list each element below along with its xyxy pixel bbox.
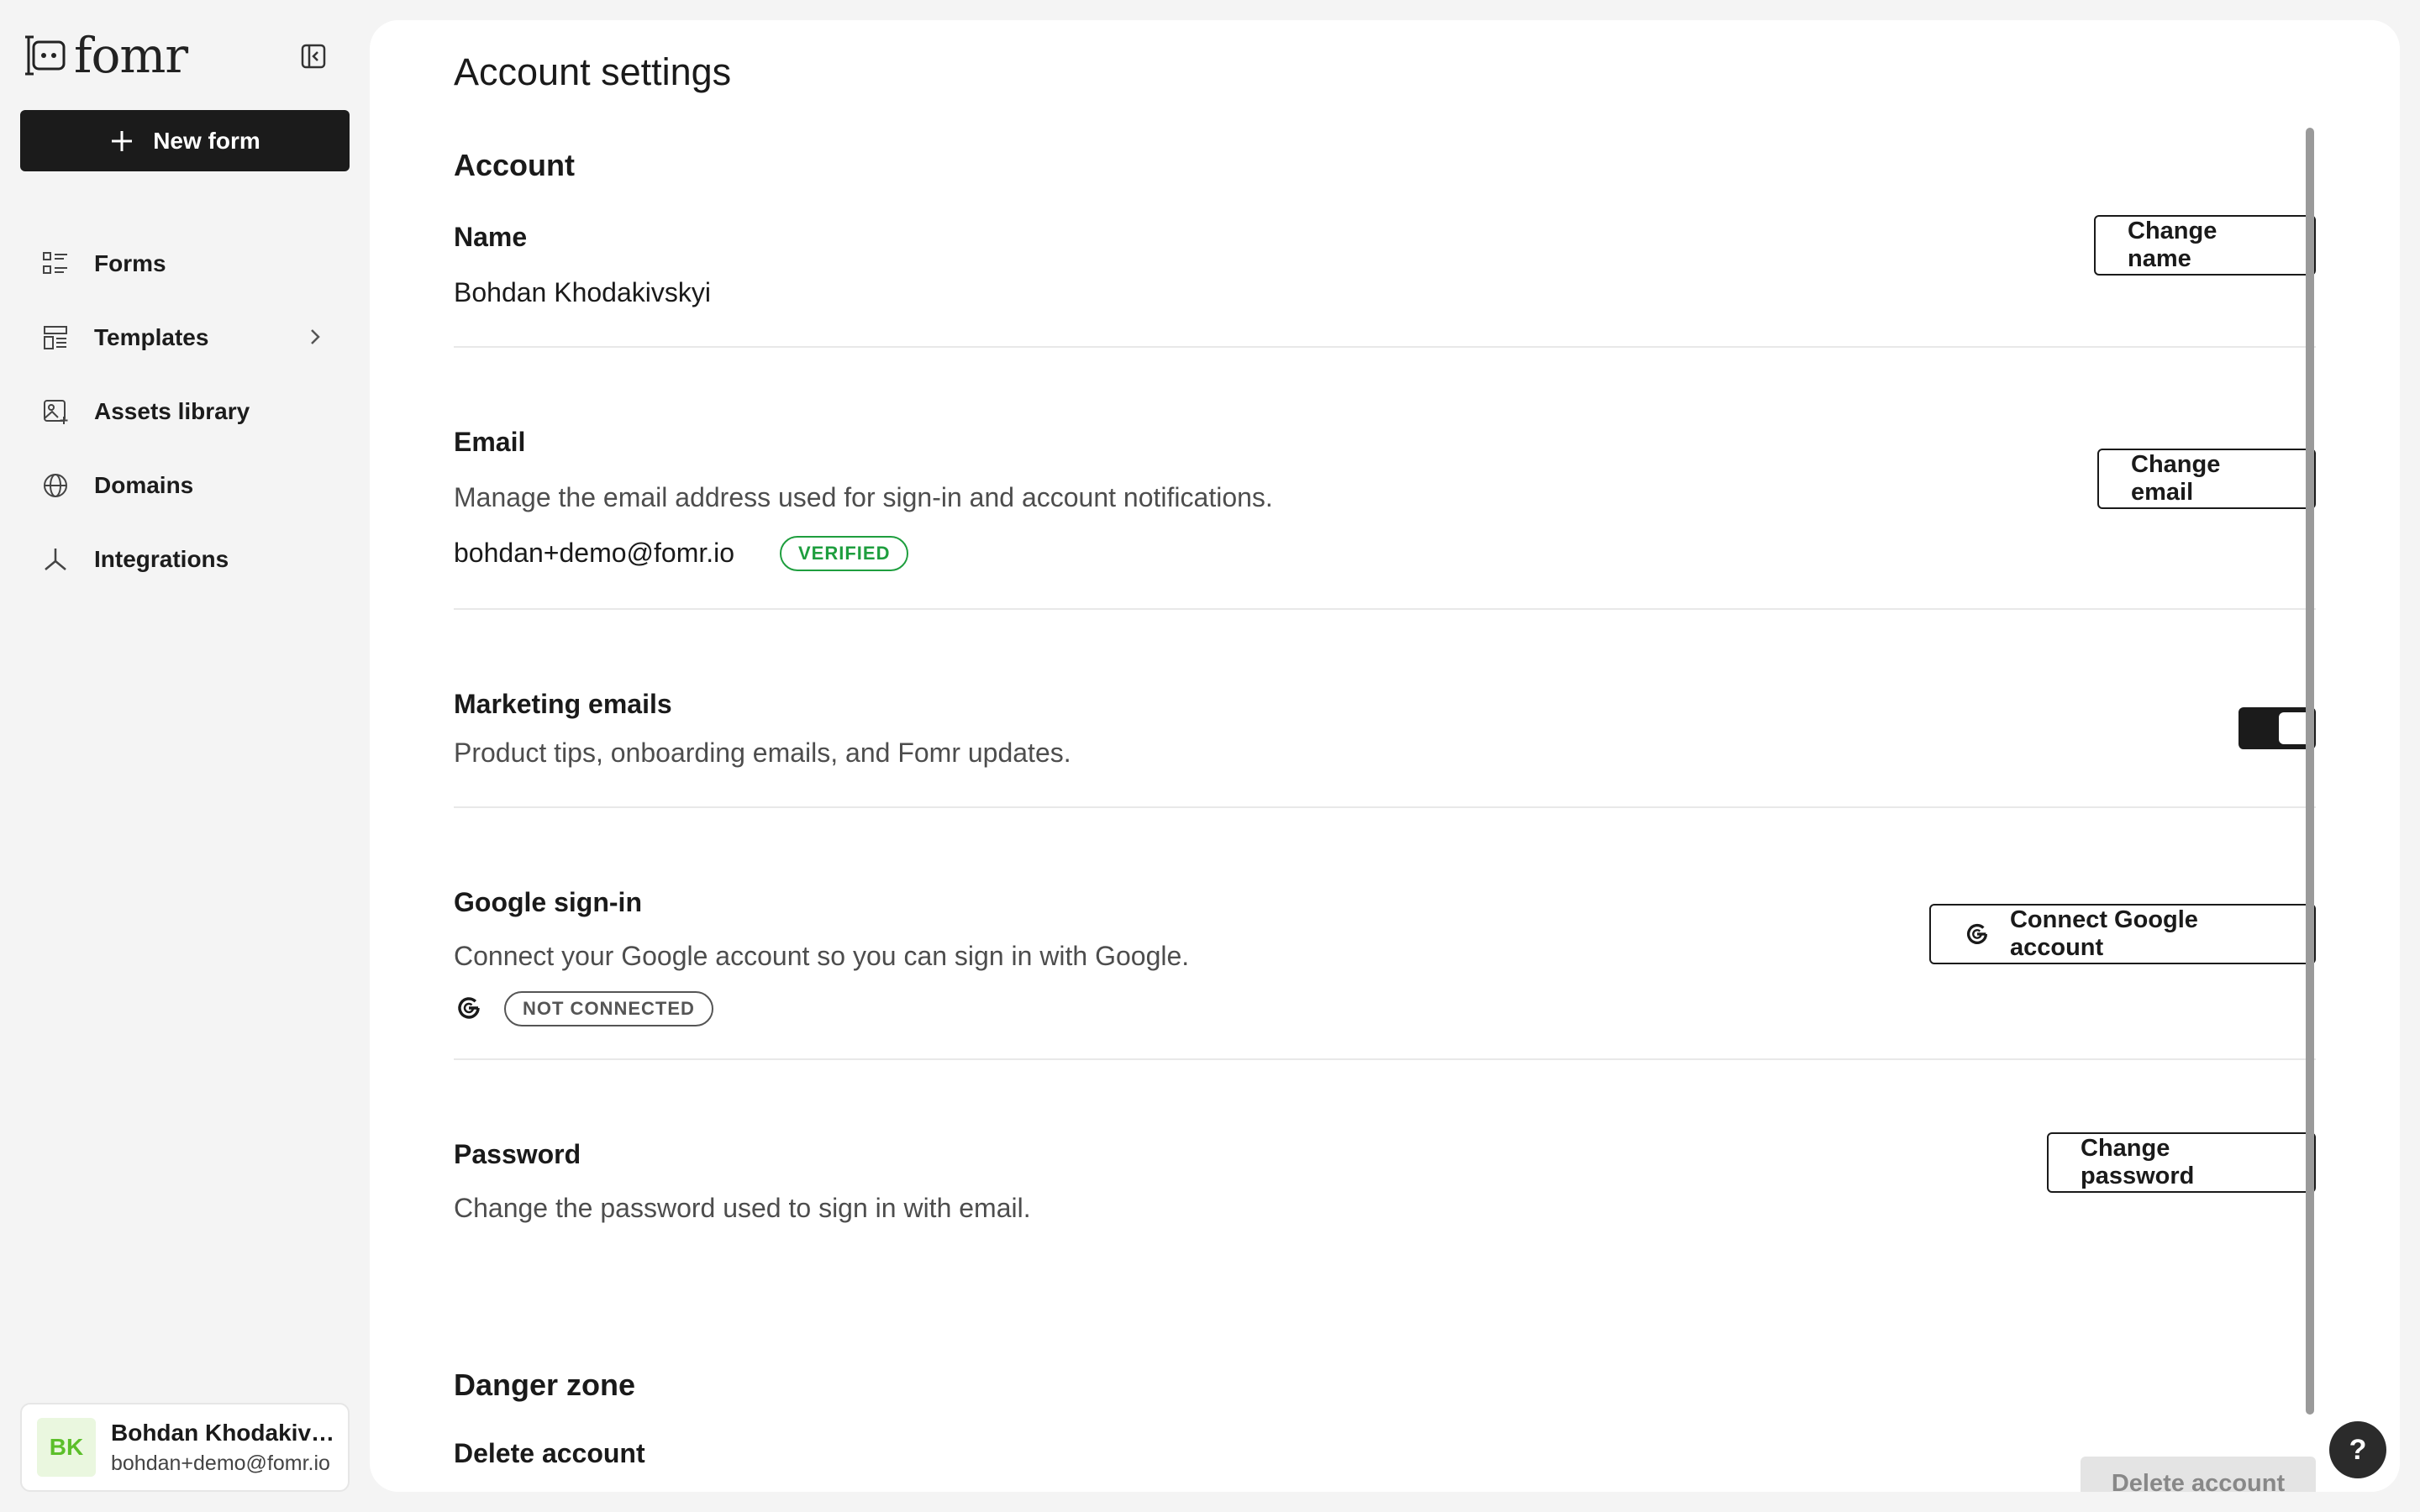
logo-text: fomr	[74, 27, 188, 84]
globe-icon	[40, 470, 71, 501]
page-title: Account settings	[454, 50, 732, 93]
change-password-button[interactable]: Change password	[2047, 1132, 2316, 1193]
list-icon	[40, 249, 71, 279]
sidebar-item-label: Templates	[94, 324, 209, 350]
sidebar-item-label: Domains	[94, 472, 194, 498]
plus-icon	[112, 130, 133, 151]
new-form-button[interactable]: New form	[20, 110, 350, 171]
google-description: Connect your Google account so you can s…	[454, 941, 1190, 971]
avatar: BK	[37, 1418, 96, 1477]
sidebar-item-label: Assets library	[94, 398, 250, 424]
fomr-logo-icon	[25, 35, 66, 76]
delete-account-button-label: Delete account	[2111, 1470, 2286, 1492]
new-form-label: New form	[153, 127, 260, 154]
help-button[interactable]: ?	[2329, 1421, 2386, 1478]
password-description: Change the password used to sign in with…	[454, 1193, 1031, 1223]
google-icon	[1967, 923, 1988, 944]
user-email: bohdan+demo@fomr.io	[111, 1451, 330, 1475]
user-account-card[interactable]: BK Bohdan Khodakivskyi bohdan+demo@fomr.…	[20, 1403, 350, 1492]
sidebar-item-forms[interactable]: Forms	[20, 227, 350, 301]
scrollbar[interactable]	[2306, 128, 2314, 1415]
change-name-button[interactable]: Change name	[2094, 215, 2316, 276]
user-name: Bohdan Khodakivskyi	[111, 1419, 339, 1446]
user-info: Bohdan Khodakivskyi bohdan+demo@fomr.io	[111, 1420, 339, 1476]
account-heading: Account	[454, 148, 575, 182]
sidebar-nav: Forms Templates Assets library Domains I…	[20, 227, 350, 596]
change-email-button[interactable]: Change email	[2097, 449, 2316, 509]
sidebar-collapse-icon	[301, 44, 326, 69]
settings-scroll-area[interactable]: Account Name Bohdan Khodakivskyi Change …	[454, 104, 2316, 1492]
email-label: Email	[454, 427, 526, 457]
marketing-label: Marketing emails	[454, 689, 672, 719]
email-description: Manage the email address used for sign-i…	[454, 482, 1273, 512]
divider	[454, 608, 2316, 610]
danger-zone-heading: Danger zone	[454, 1368, 636, 1402]
divider	[454, 806, 2316, 808]
delete-account-label: Delete account	[454, 1438, 645, 1468]
sidebar-item-label: Forms	[94, 250, 166, 276]
divider	[454, 346, 2316, 348]
google-icon	[458, 997, 480, 1019]
collapse-sidebar-button[interactable]	[297, 40, 329, 72]
connect-google-label: Connect Google account	[2009, 906, 2198, 961]
sidebar-item-templates[interactable]: Templates	[20, 301, 350, 375]
layout-icon	[40, 323, 71, 353]
help-label: ?	[2349, 1433, 2367, 1466]
sidebar-item-assets-library[interactable]: Assets library	[20, 375, 350, 449]
change-email-label: Change email	[2131, 451, 2221, 506]
chevron-right-icon	[311, 329, 320, 344]
email-value: bohdan+demo@fomr.io	[454, 538, 735, 568]
divider	[454, 1058, 2316, 1060]
logo-row: fomr	[25, 30, 345, 81]
sidebar-item-domains[interactable]: Domains	[20, 449, 350, 522]
fomr-logo[interactable]: fomr	[25, 27, 188, 84]
name-label: Name	[454, 222, 528, 252]
password-label: Password	[454, 1139, 581, 1169]
marketing-description: Product tips, onboarding emails, and Fom…	[454, 738, 1071, 768]
verified-badge: VERIFIED	[780, 536, 909, 571]
marketing-emails-toggle[interactable]	[2238, 707, 2316, 749]
name-value: Bohdan Khodakivskyi	[454, 277, 711, 307]
connect-google-button[interactable]: Connect Google account	[1929, 904, 2316, 964]
not-connected-badge: NOT CONNECTED	[504, 991, 713, 1026]
sidebar-item-label: Integrations	[94, 546, 229, 572]
main-panel: Account settings Account Name Bohdan Kho…	[370, 20, 2400, 1492]
google-label: Google sign-in	[454, 887, 642, 917]
change-password-label: Change password	[2081, 1135, 2195, 1189]
change-name-label: Change name	[2128, 218, 2217, 272]
branch-icon	[40, 544, 71, 575]
sidebar-item-integrations[interactable]: Integrations	[20, 522, 350, 596]
sidebar: fomr New form Forms Templates Assets lib…	[0, 0, 370, 1512]
image-icon	[40, 396, 71, 427]
delete-account-button[interactable]: Delete account	[2081, 1457, 2316, 1492]
